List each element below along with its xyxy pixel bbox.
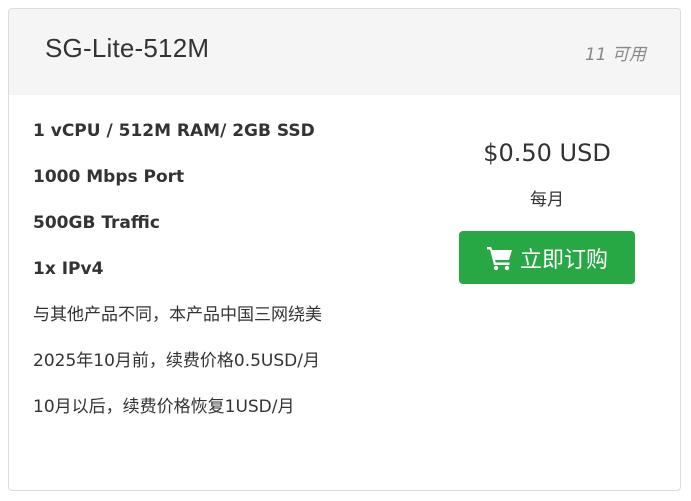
feature-item-ipv4: 1x IPv4 [33, 259, 104, 279]
product-card: SG-Lite-512M 11 可用 1 vCPU / 512M RAM/ 2G… [8, 8, 681, 491]
product-title: SG-Lite-512M [45, 33, 210, 63]
availability-badge: 11 可用 [584, 45, 646, 65]
billing-cycle: 每月 [530, 190, 564, 210]
feature-item-routing-note: 与其他产品不同，本产品中国三网绕美 [33, 305, 322, 325]
shopping-cart-icon [486, 246, 512, 270]
price-amount: $0.50 USD [483, 139, 611, 167]
feature-list: 1 vCPU / 512M RAM/ 2GB SSD 1000 Mbps Por… [33, 117, 433, 439]
feature-item-port: 1000 Mbps Port [33, 167, 185, 187]
order-now-label: 立即订购 [519, 247, 608, 273]
feature-item-renewal-price: 2025年10月前，续费价格0.5USD/月 [33, 351, 320, 371]
product-header: SG-Lite-512M 11 可用 [9, 9, 680, 95]
feature-item-cpu-ram-ssd: 1 vCPU / 512M RAM/ 2GB SSD [33, 121, 315, 141]
feature-item-traffic: 500GB Traffic [33, 213, 160, 233]
feature-item-renewal-after: 10月以后，续费价格恢复1USD/月 [33, 397, 295, 417]
pricing-panel: $0.50 USD 每月 立即订购 [447, 131, 647, 284]
order-now-button[interactable]: 立即订购 [459, 231, 635, 284]
